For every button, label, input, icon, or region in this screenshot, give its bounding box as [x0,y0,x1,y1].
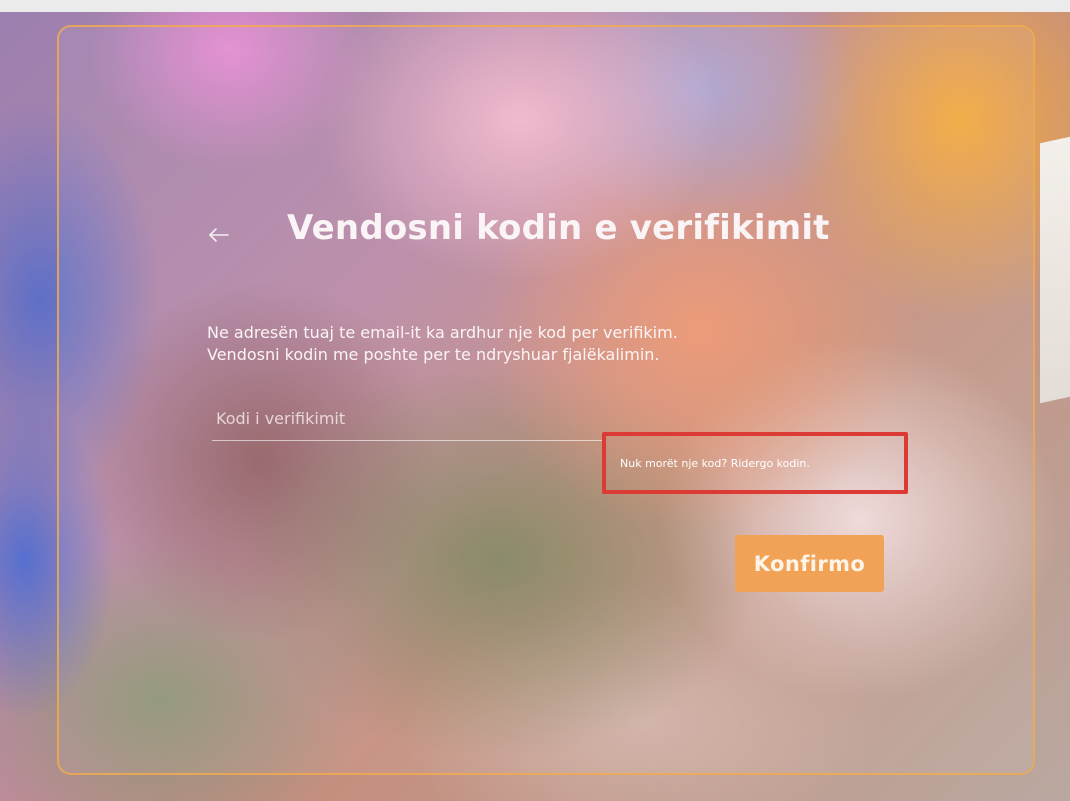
instructions-line-2: Vendosni kodin me poshte per te ndryshua… [207,345,660,364]
instructions-text: Ne adresën tuaj te email-it ka ardhur nj… [207,322,678,366]
page-title: Vendosni kodin e verifikimit [287,208,830,248]
verification-code-input[interactable] [212,397,602,441]
verification-screen: Vendosni kodin e verifikimit Ne adresën … [0,0,1070,801]
instructions-line-1: Ne adresën tuaj te email-it ka ardhur nj… [207,323,678,342]
confirm-button[interactable]: Konfirmo [735,535,884,592]
background-paper [1040,136,1070,404]
resend-code-link[interactable]: Nuk morët nje kod? Ridergo kodin. [620,457,810,470]
arrow-left-icon[interactable] [206,222,232,248]
top-band [0,0,1070,12]
